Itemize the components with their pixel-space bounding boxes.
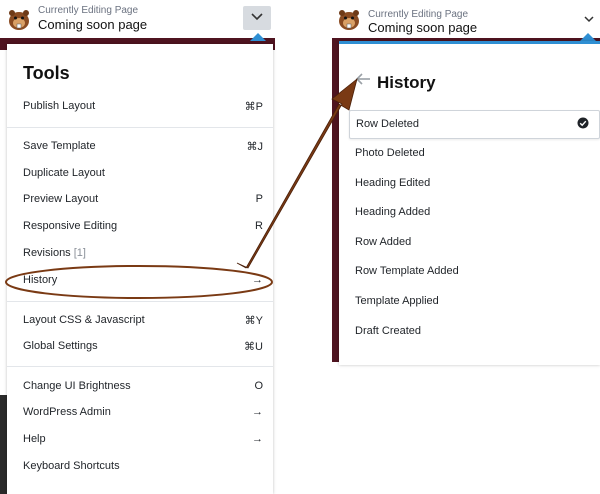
menu-item-label: Keyboard Shortcuts [23, 460, 120, 472]
menu-item-label: WordPress Admin [23, 406, 111, 418]
history-item-row-added[interactable]: Row Added [349, 229, 598, 256]
menu-item-label: Layout CSS & Javascript [23, 314, 145, 326]
history-item-row-template-added[interactable]: Row Template Added [349, 258, 598, 285]
menu-item-label: Revisions [1] [23, 247, 86, 259]
history-item-label: Row Added [355, 236, 412, 248]
history-title: History [377, 73, 436, 92]
menu-item-label: Responsive Editing [23, 220, 118, 232]
menu-item-label: Publish Layout [23, 100, 96, 112]
history-item-label: Photo Deleted [355, 147, 425, 159]
menu-item-shortcut: ⌘Y [244, 315, 263, 327]
beaver-logo-icon [9, 10, 29, 30]
arrow-right-icon: → [252, 406, 263, 418]
tools-title: Tools [23, 63, 70, 83]
currently-editing-label: Currently Editing Page [368, 9, 469, 20]
menu-item-save-template[interactable]: Save Template ⌘J [23, 137, 263, 157]
history-item-heading-added[interactable]: Heading Added [349, 199, 598, 226]
header-toggle-button[interactable] [243, 6, 271, 30]
tools-menu: Tools Publish Layout ⌘P Save Template ⌘J… [7, 44, 273, 494]
right-builder-panel: Currently Editing Page Coming soon page … [332, 0, 600, 365]
history-item-label: Row Deleted [356, 118, 419, 130]
arrow-right-icon: → [252, 433, 263, 445]
menu-item-label: Duplicate Layout [23, 167, 105, 179]
editing-header: Currently Editing Page Coming soon page [0, 0, 275, 39]
divider [7, 127, 273, 128]
menu-item-shortcut: ⌘P [244, 101, 263, 113]
history-item-label: Heading Added [355, 206, 431, 218]
panel-pointer [250, 33, 266, 41]
menu-item-shortcut: ⌘U [244, 341, 263, 353]
menu-item-preview-layout[interactable]: Preview Layout P [23, 190, 263, 210]
arrow-left-icon[interactable] [355, 72, 371, 86]
history-item-label: Draft Created [355, 325, 422, 337]
editing-header: Currently Editing Page Coming soon page [332, 0, 600, 39]
history-item-photo-deleted[interactable]: Photo Deleted [349, 140, 598, 167]
history-item-label: Row Template Added [355, 265, 459, 277]
panel-pointer [580, 33, 596, 41]
menu-item-history[interactable]: History → [23, 271, 263, 291]
left-builder-panel: Currently Editing Page Coming soon page … [0, 0, 275, 494]
menu-item-shortcut: R [255, 220, 263, 232]
menu-item-wordpress-admin[interactable]: WordPress Admin → [23, 403, 263, 423]
menu-item-label: Change UI Brightness [23, 380, 131, 392]
divider [7, 301, 273, 302]
menu-item-responsive-editing[interactable]: Responsive Editing R [23, 217, 263, 237]
history-item-heading-edited[interactable]: Heading Edited [349, 170, 598, 197]
menu-item-help[interactable]: Help → [23, 430, 263, 450]
menu-item-revisions[interactable]: Revisions [1] [23, 244, 263, 264]
revisions-label: Revisions [23, 247, 71, 259]
chevron-down-icon [251, 13, 263, 21]
menu-item-label: Save Template [23, 140, 96, 152]
history-item-label: Heading Edited [355, 177, 431, 189]
beaver-logo-icon [339, 10, 359, 30]
check-circle-icon [577, 117, 589, 129]
currently-editing-label: Currently Editing Page [38, 5, 139, 16]
menu-item-layout-css-javascript[interactable]: Layout CSS & Javascript ⌘Y [23, 311, 263, 331]
menu-item-label: Help [23, 433, 46, 445]
history-item-draft-created[interactable]: Draft Created [349, 318, 598, 345]
menu-item-label: History [23, 274, 58, 286]
page-name: Coming soon page [368, 20, 478, 35]
menu-item-publish-layout[interactable]: Publish Layout ⌘P [23, 97, 263, 117]
menu-item-shortcut: O [254, 380, 263, 392]
menu-item-global-settings[interactable]: Global Settings ⌘U [23, 337, 263, 357]
revisions-count: [1] [73, 247, 86, 259]
history-panel: History Row Deleted Photo Deleted Headin… [339, 41, 600, 365]
chevron-down-icon[interactable] [584, 16, 594, 23]
history-item-label: Template Applied [355, 295, 439, 307]
menu-item-shortcut: ⌘J [246, 141, 264, 153]
history-item-template-applied[interactable]: Template Applied [349, 288, 598, 315]
menu-item-shortcut: P [255, 193, 263, 205]
arrow-right-icon: → [252, 274, 263, 286]
menu-item-label: Preview Layout [23, 193, 99, 205]
menu-item-keyboard-shortcuts[interactable]: Keyboard Shortcuts [23, 457, 263, 477]
page-name: Coming soon page [38, 17, 148, 32]
page-background-dark [0, 395, 7, 494]
divider [7, 366, 273, 367]
menu-item-duplicate-layout[interactable]: Duplicate Layout [23, 164, 263, 184]
menu-item-change-ui-brightness[interactable]: Change UI Brightness O [23, 377, 263, 397]
history-item-row-deleted[interactable]: Row Deleted [349, 110, 600, 139]
menu-item-label: Global Settings [23, 340, 98, 352]
